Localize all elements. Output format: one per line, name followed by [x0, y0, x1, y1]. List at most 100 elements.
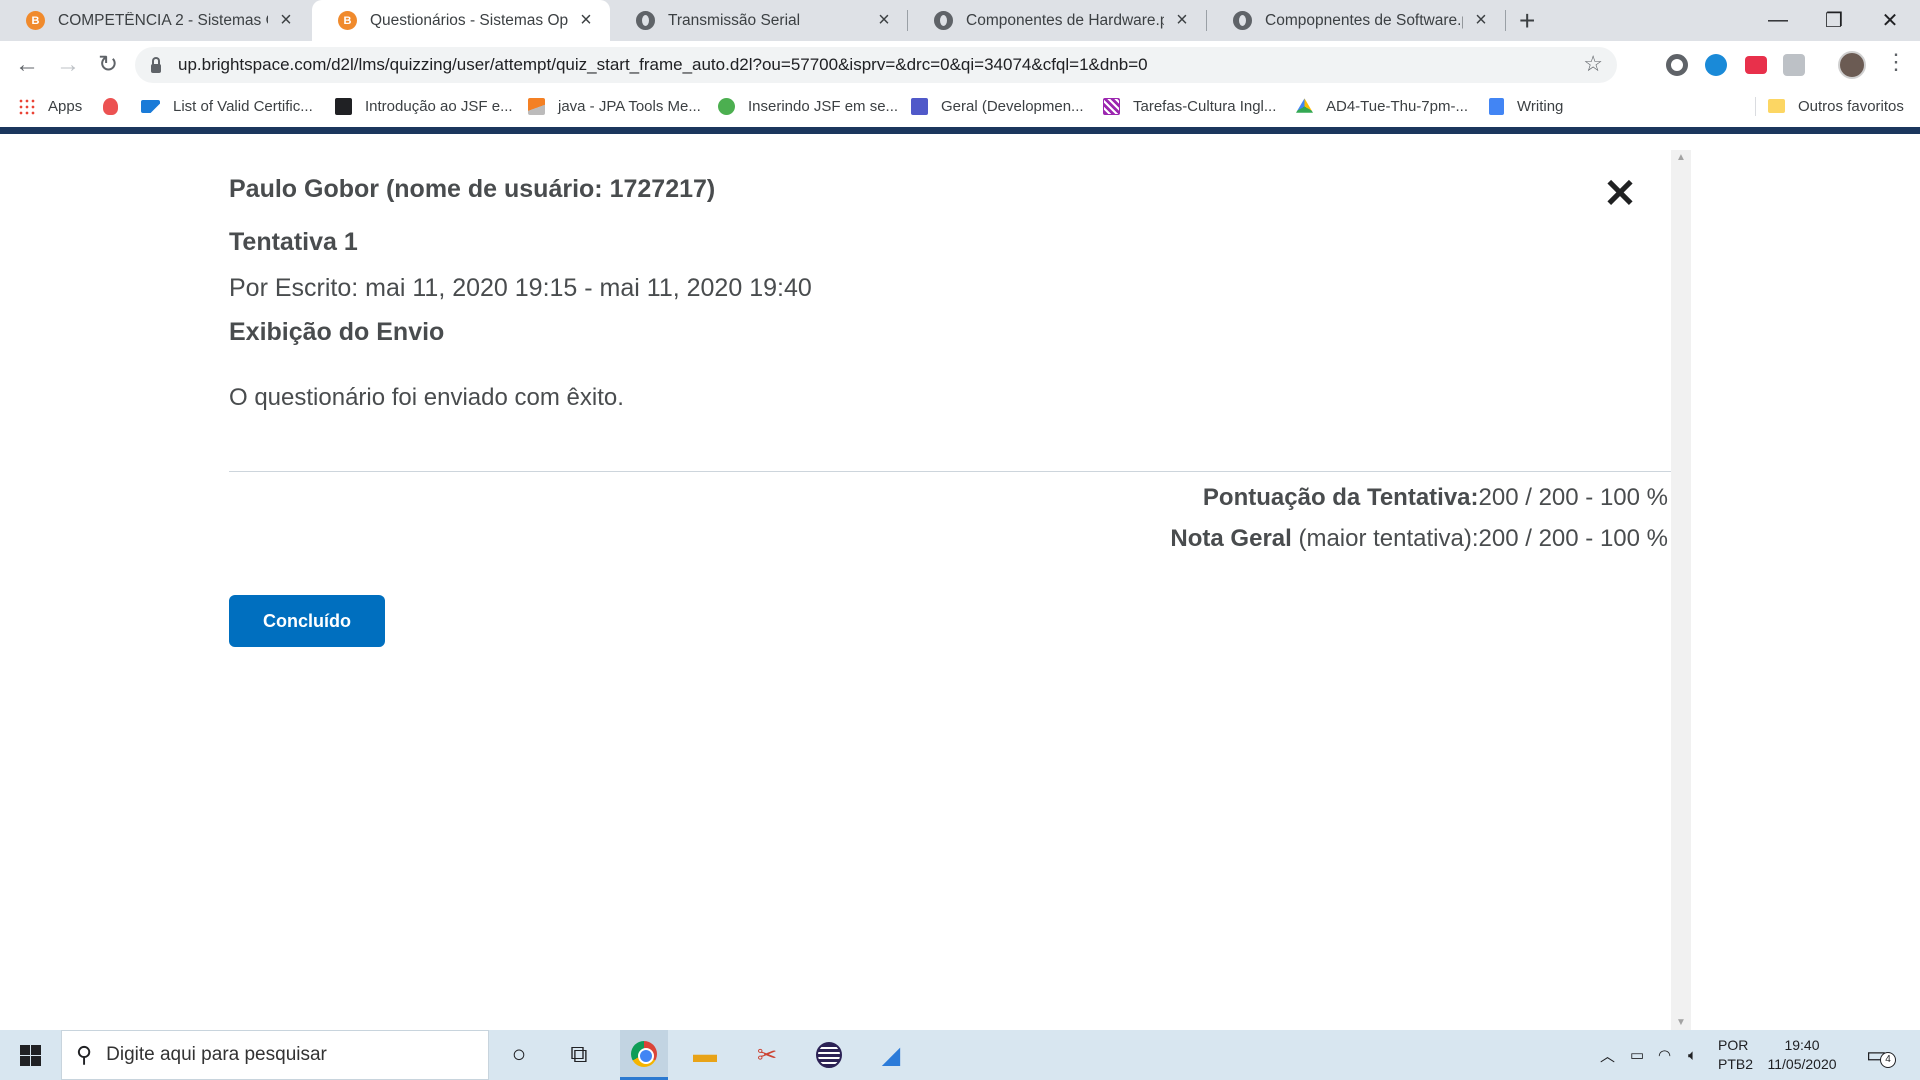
clock-date: 11/05/2020: [1767, 1056, 1837, 1072]
bookmark-jsf-intro[interactable]: Introdução ao JSF e...: [335, 88, 513, 124]
success-message: O questionário foi enviado com êxito.: [229, 384, 624, 411]
attempt-title: Tentativa 1: [229, 228, 358, 256]
url-text[interactable]: up.brightspace.com/d2l/lms/quizzing/user…: [178, 55, 1148, 75]
tab-transmissao-serial[interactable]: Transmissão Serial ×: [610, 0, 908, 41]
eclipse-logo: [816, 1042, 842, 1068]
written-dates: Por Escrito: mai 11, 2020 19:15 - mai 11…: [229, 274, 812, 302]
tab-componentes-hardware[interactable]: Componentes de Hardware.pdf ×: [908, 0, 1206, 41]
scrollbar[interactable]: ▲ ▼: [1671, 150, 1691, 1030]
start-button[interactable]: [0, 1030, 60, 1080]
bookmark-label: Geral (Developmen...: [941, 97, 1084, 115]
quiz-submission-dialog: Paulo Gobor (nome de usuário: 1727217) ✕…: [0, 134, 1920, 1030]
docs-icon: [1489, 97, 1504, 115]
back-button[interactable]: ←: [9, 41, 45, 88]
page-icon: [335, 97, 352, 115]
eclipse-icon[interactable]: [805, 1037, 853, 1073]
extension-pocket-icon[interactable]: [1745, 56, 1767, 74]
bookmark-label: AD4-Tue-Thu-7pm-...: [1326, 97, 1468, 115]
overall-grade: Nota Geral (maior tentativa):200 / 200 -…: [1170, 525, 1668, 553]
bookmarks-bar: Apps List of Valid Certific... Introduçã…: [0, 88, 1920, 124]
bookmark-label: Tarefas-Cultura Ingl...: [1133, 97, 1277, 115]
brightspace-header-bar: [0, 127, 1920, 134]
tab-separator: [1505, 10, 1506, 31]
overall-grade-value: 200 / 200 - 100 %: [1478, 525, 1668, 552]
folder-icon: [1768, 99, 1785, 113]
bookmark-apps[interactable]: Apps: [18, 88, 82, 124]
teams-icon: [911, 97, 928, 115]
notification-center-icon[interactable]: ▭ 4: [1866, 1042, 1896, 1068]
profile-avatar[interactable]: [1838, 51, 1866, 79]
search-icon: ⚲: [76, 1042, 93, 1067]
tab-title: Transmissão Serial: [668, 11, 801, 29]
scroll-down-arrow-icon[interactable]: ▼: [1676, 1017, 1686, 1028]
close-icon[interactable]: ✕: [1600, 174, 1640, 214]
brightspace-icon: B: [26, 11, 45, 30]
bookmark-inserindo-jsf[interactable]: Inserindo JSF em se...: [718, 88, 898, 124]
overall-grade-note: (maior tentativa):: [1291, 525, 1479, 552]
leaf-icon: [718, 97, 735, 115]
overall-grade-label: Nota Geral: [1170, 525, 1292, 552]
chrome-taskbar-button[interactable]: [620, 1030, 668, 1080]
tab-title: Compopnentes de Software.pdf: [1265, 11, 1463, 29]
bookmark-other-favorites[interactable]: Outros favoritos: [1768, 88, 1904, 124]
bookmark-separator: [1755, 97, 1756, 116]
snipping-tool-icon[interactable]: ✂: [743, 1037, 791, 1073]
bookmark-label: Introdução ao JSF e...: [365, 97, 513, 115]
wifi-icon[interactable]: ◠: [1658, 1030, 1671, 1080]
bookmark-writing[interactable]: Writing: [1489, 88, 1563, 124]
close-tab-icon[interactable]: ×: [576, 9, 596, 32]
close-tab-icon[interactable]: ×: [1172, 9, 1192, 32]
close-tab-icon[interactable]: ×: [874, 9, 894, 32]
taskbar-search[interactable]: ⚲ Digite aqui para pesquisar: [61, 1030, 489, 1080]
volume-icon[interactable]: 🔈︎: [1688, 1030, 1697, 1080]
extension-edge-icon[interactable]: [1705, 54, 1727, 76]
globe-icon: [636, 11, 655, 30]
bookmark-ad4-drive[interactable]: AD4-Tue-Thu-7pm-...: [1296, 88, 1468, 124]
new-tab-button[interactable]: +: [1519, 5, 1535, 37]
restore-button[interactable]: ❐: [1806, 0, 1862, 41]
tab-componentes-software[interactable]: Compopnentes de Software.pdf ×: [1207, 0, 1505, 41]
bookmark-tarefas[interactable]: Tarefas-Cultura Ingl...: [1103, 88, 1276, 124]
bookmark-jpa-tools[interactable]: java - JPA Tools Me...: [528, 88, 701, 124]
bookmark-label: Apps: [48, 97, 83, 115]
attempt-score-value: 200 / 200 - 100 %: [1478, 484, 1668, 511]
bookmark-udemy[interactable]: [103, 88, 131, 124]
extension-cube-icon[interactable]: [1783, 54, 1805, 76]
battery-icon[interactable]: ▭: [1630, 1030, 1644, 1080]
extension-circle-icon[interactable]: [1666, 54, 1688, 76]
close-tab-icon[interactable]: ×: [276, 9, 296, 32]
bookmark-label: java - JPA Tools Me...: [558, 97, 701, 115]
keyboard-layout: PTB2: [1718, 1056, 1754, 1072]
task-view-icon[interactable]: ⧉: [555, 1037, 603, 1073]
reload-button[interactable]: ↻: [90, 41, 126, 88]
close-tab-icon[interactable]: ×: [1471, 9, 1491, 32]
address-bar[interactable]: up.brightspace.com/d2l/lms/quizzing/user…: [135, 47, 1617, 83]
bookmark-geral-teams[interactable]: Geral (Developmen...: [911, 88, 1084, 124]
windows-taskbar: ⚲ Digite aqui para pesquisar ○ ⧉ ▬ ✂ ◢ ︿…: [0, 1030, 1920, 1080]
globe-icon: [934, 11, 953, 30]
attempt-score: Pontuação da Tentativa:200 / 200 - 100 %: [1203, 484, 1668, 512]
chrome-icon: [631, 1040, 657, 1067]
lock-icon[interactable]: [151, 56, 161, 73]
show-hidden-icons[interactable]: ︿: [1600, 1030, 1615, 1080]
input-language[interactable]: POR PTB2: [1718, 1036, 1753, 1074]
done-button[interactable]: Concluído: [229, 595, 385, 647]
windows-logo-icon: [19, 1044, 41, 1066]
close-window-button[interactable]: ✕: [1862, 0, 1918, 41]
cortana-icon[interactable]: ○: [495, 1037, 543, 1073]
minimize-button[interactable]: —: [1750, 0, 1806, 41]
bookmark-label: Writing: [1517, 97, 1564, 115]
system-clock[interactable]: 19:40 11/05/2020: [1762, 1036, 1842, 1074]
forward-button[interactable]: →: [50, 41, 86, 88]
bookmark-label: Outros favoritos: [1798, 97, 1904, 115]
scroll-up-arrow-icon[interactable]: ▲: [1676, 152, 1686, 163]
user-name-heading: Paulo Gobor (nome de usuário: 1727217): [229, 175, 716, 203]
bookmark-sap[interactable]: List of Valid Certific...: [141, 88, 313, 124]
tab-title: Questionários - Sistemas Operac: [370, 11, 568, 29]
tab-questionarios[interactable]: B Questionários - Sistemas Operac ×: [312, 0, 610, 41]
file-explorer-icon[interactable]: ▬: [681, 1037, 729, 1073]
tab-competencia[interactable]: B COMPETÊNCIA 2 - Sistemas Oper ×: [0, 0, 310, 41]
bookmark-star-icon[interactable]: ☆: [1583, 51, 1603, 77]
chrome-menu-icon[interactable]: ⋮: [1885, 49, 1907, 75]
sticky-app-icon[interactable]: ◢: [867, 1037, 915, 1073]
